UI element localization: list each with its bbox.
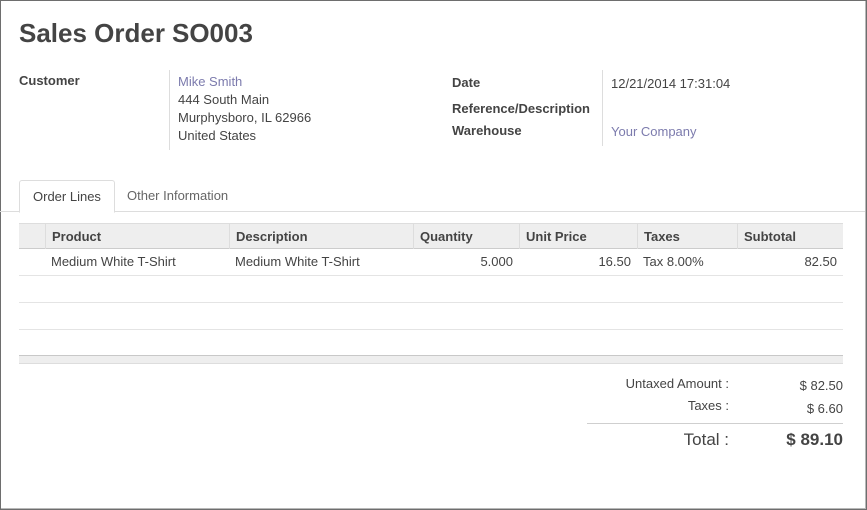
empty-row (19, 276, 843, 303)
info-divider (602, 70, 603, 146)
table-row[interactable]: Medium White T-Shirt Medium White T-Shir… (19, 249, 843, 276)
customer-address-line2: Murphysboro, IL 62966 (178, 110, 312, 125)
customer-name-link[interactable]: Mike Smith (178, 73, 242, 91)
column-header-unit-price[interactable]: Unit Price (519, 224, 637, 249)
taxes-label: Taxes : (687, 398, 729, 413)
taxes-value: $ 6.60 (806, 401, 843, 416)
untaxed-amount-label: Untaxed Amount : (625, 376, 729, 391)
page-title: Sales Order SO003 (19, 18, 253, 49)
date-label: Date (452, 75, 481, 90)
column-header-taxes[interactable]: Taxes (637, 224, 737, 249)
column-header-subtotal[interactable]: Subtotal (737, 224, 843, 249)
table-header: Product Description Quantity Unit Price … (19, 223, 843, 249)
date-value: 12/21/2014 17:31:04 (611, 76, 731, 91)
cell-description: Medium White T-Shirt (235, 254, 360, 269)
totals-divider (587, 423, 843, 424)
page-title-prefix: Sales Order (19, 18, 165, 48)
cell-product: Medium White T-Shirt (51, 254, 176, 269)
reference-label: Reference/Description (452, 101, 590, 116)
customer-address-line1: 444 South Main (178, 92, 270, 107)
tab-other-information[interactable]: Other Information (114, 180, 241, 212)
warehouse-label: Warehouse (452, 123, 522, 138)
cell-quantity: 5.000 (480, 254, 513, 269)
total-label: Total : (683, 430, 729, 449)
row-handle-header (19, 224, 45, 249)
table-footer (19, 355, 843, 364)
customer-country: United States (178, 128, 257, 143)
untaxed-amount-value: $ 82.50 (799, 378, 843, 393)
customer-label: Customer (19, 73, 80, 88)
column-header-quantity[interactable]: Quantity (413, 224, 519, 249)
warehouse-link[interactable]: Your Company (611, 123, 697, 141)
tab-order-lines[interactable]: Order Lines (19, 180, 115, 213)
column-header-description[interactable]: Description (229, 224, 413, 249)
order-lines-table: Product Description Quantity Unit Price … (19, 223, 843, 330)
cell-taxes: Tax 8.00% (643, 254, 704, 269)
cell-unit-price: 16.50 (598, 254, 631, 269)
cell-subtotal: 82.50 (804, 254, 837, 269)
empty-row (19, 303, 843, 330)
order-number: SO003 (171, 18, 253, 48)
total-value: $ 89.10 (786, 430, 843, 449)
column-header-product[interactable]: Product (45, 224, 229, 249)
notebook-tabs: Order Lines Other Information (0, 180, 865, 213)
customer-divider (169, 70, 170, 150)
